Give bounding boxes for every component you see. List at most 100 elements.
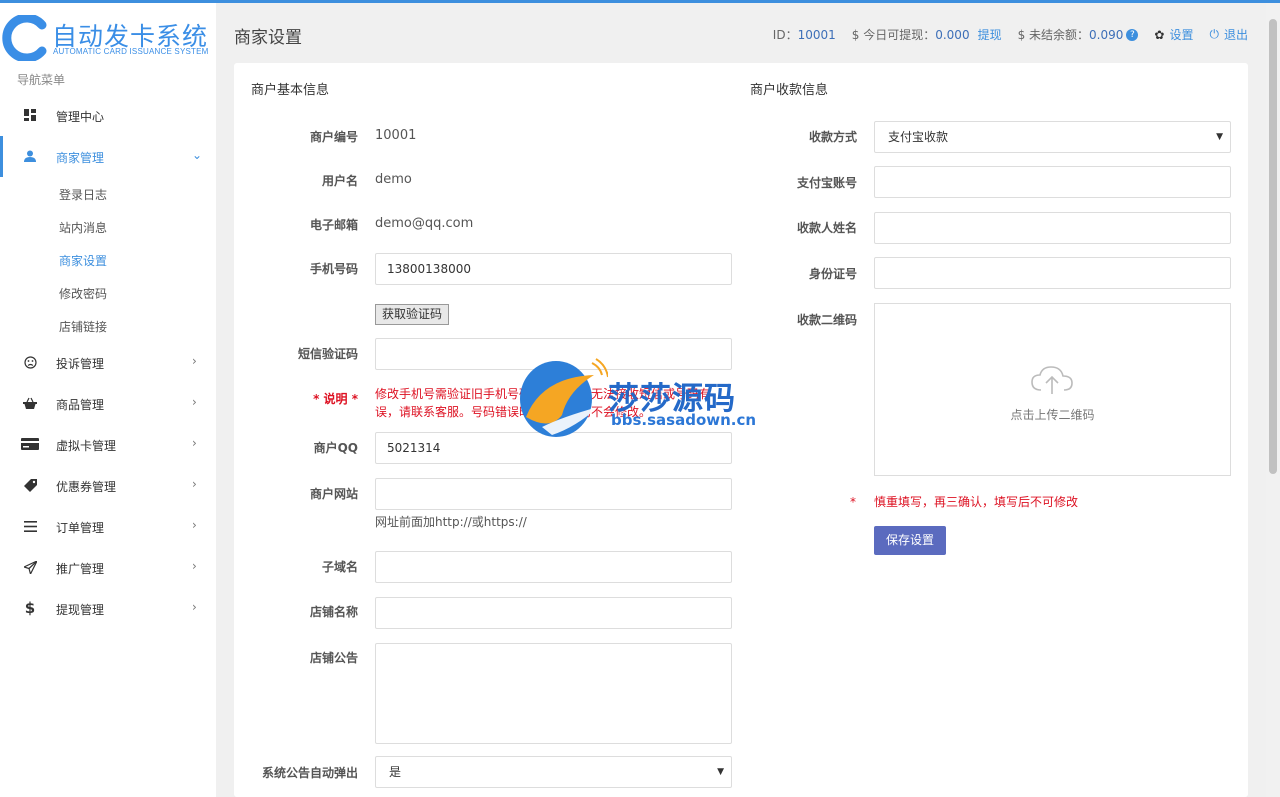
cloud-upload-icon xyxy=(1031,366,1073,394)
shop-name-input[interactable] xyxy=(375,597,732,629)
card-icon xyxy=(21,437,39,451)
help-badge-icon[interactable]: ? xyxy=(1126,28,1139,41)
sidebar: 自动发卡系统 AUTOMATIC CARD ISSUANCE SYSTEM 导航… xyxy=(0,3,216,797)
header-account-bar: ID： 10001 $ 今日可提现： 0.000 提现 $ 未结余额： 0.09… xyxy=(773,26,1248,43)
sidebar-item-label: 提现管理 xyxy=(56,603,105,617)
chevron-right-icon: › xyxy=(192,600,197,614)
caret-down-icon: ▼ xyxy=(717,767,724,777)
logo-mark-icon xyxy=(2,15,47,61)
username-value: demo xyxy=(375,172,412,187)
sidebar-item-dashboard[interactable]: 管理中心 xyxy=(0,95,216,136)
logout-link[interactable]: 退出 xyxy=(1224,26,1248,43)
chevron-down-icon: ⌄ xyxy=(192,148,203,162)
gear-icon[interactable]: ✿ xyxy=(1154,28,1164,42)
sidebar-item-label: 优惠券管理 xyxy=(56,480,117,494)
unsettled-label: $ 未结余额： xyxy=(1017,28,1090,42)
scrollbar-thumb[interactable] xyxy=(1269,19,1277,474)
basic-info-title: 商户基本信息 xyxy=(251,83,330,98)
note-label: * 说明 * xyxy=(313,392,358,406)
sms-code-label: 短信验证码 xyxy=(297,347,358,361)
sidebar-subitem-messages[interactable]: 站内消息 xyxy=(0,210,216,243)
chevron-right-icon: › xyxy=(192,395,197,409)
sidebar-item-complaints[interactable]: 投诉管理 › xyxy=(0,342,216,383)
qq-label: 商户QQ xyxy=(313,441,358,455)
payment-info-title: 商户收款信息 xyxy=(750,83,829,98)
sidebar-item-orders[interactable]: 订单管理 › xyxy=(0,506,216,547)
nav-title: 导航菜单 xyxy=(17,73,66,87)
alipay-input[interactable] xyxy=(874,166,1231,198)
settings-link[interactable]: 设置 xyxy=(1169,26,1193,43)
payment-method-select[interactable]: 支付宝收款 ▼ xyxy=(874,121,1231,153)
idcard-label: 身份证号 xyxy=(808,267,857,281)
phone-input[interactable]: 13800138000 xyxy=(375,253,732,285)
merchant-no-label: 商户编号 xyxy=(309,130,358,144)
watermark-logo-icon xyxy=(520,358,608,437)
sidebar-subitem-login-log[interactable]: 登录日志 xyxy=(0,177,216,210)
sidebar-item-label: 商品管理 xyxy=(56,398,105,412)
basket-icon xyxy=(23,396,37,410)
website-label: 商户网站 xyxy=(309,487,358,501)
id-value: 10001 xyxy=(797,27,836,42)
chevron-right-icon: › xyxy=(192,354,197,368)
payment-method-label: 收款方式 xyxy=(808,130,857,144)
sidebar-item-promotion[interactable]: 推广管理 › xyxy=(0,547,216,588)
save-button[interactable]: 保存设置 xyxy=(874,526,947,555)
website-input[interactable] xyxy=(375,478,732,510)
get-code-button[interactable]: 获取验证码 xyxy=(375,304,450,325)
qrcode-label: 收款二维码 xyxy=(796,313,857,327)
chevron-right-icon: › xyxy=(192,518,197,532)
payee-label: 收款人姓名 xyxy=(796,221,857,235)
sidebar-item-merchant[interactable]: 商家管理 ⌄ xyxy=(0,136,216,177)
chevron-right-icon: › xyxy=(192,559,197,573)
merchant-no-value: 10001 xyxy=(375,128,417,143)
payment-method-value: 支付宝收款 xyxy=(888,130,949,144)
watermark-url: bbs.sasadown.cn xyxy=(611,411,757,429)
email-value: demo@qq.com xyxy=(375,216,474,231)
qrcode-upload-area[interactable]: 点击上传二维码 xyxy=(874,303,1231,476)
list-icon xyxy=(23,519,37,533)
sidebar-item-withdraw[interactable]: $ 提现管理 › xyxy=(0,588,216,629)
page-title: 商家设置 xyxy=(234,28,302,48)
warning-text: 慎重填写，再三确认，填写后不可修改 xyxy=(874,495,1079,509)
frown-icon xyxy=(23,355,37,369)
nav-menu: 管理中心 商家管理 ⌄ 登录日志 站内消息 商家设置 修改密码 店铺链接 投诉管… xyxy=(0,95,216,629)
id-label: ID： xyxy=(772,28,798,42)
alipay-label: 支付宝账号 xyxy=(796,176,857,190)
dashboard-icon xyxy=(23,108,37,122)
sidebar-item-label: 管理中心 xyxy=(56,110,105,124)
sidebar-subitem-change-password[interactable]: 修改密码 xyxy=(0,276,216,309)
phone-label: 手机号码 xyxy=(309,262,358,276)
withdraw-link[interactable]: 提现 xyxy=(978,26,1002,43)
power-icon[interactable]: ⏻ xyxy=(1209,27,1219,42)
sidebar-item-label: 订单管理 xyxy=(56,521,105,535)
shop-name-label: 店铺名称 xyxy=(309,605,358,619)
chevron-right-icon: › xyxy=(192,477,197,491)
send-icon xyxy=(23,560,37,574)
withdrawable-label: $ 今日可提现： xyxy=(851,28,936,42)
dollar-icon: $ xyxy=(24,599,36,617)
email-label: 电子邮箱 xyxy=(309,218,358,232)
warning-star: * xyxy=(850,495,856,509)
sidebar-item-virtual-cards[interactable]: 虚拟卡管理 › xyxy=(0,424,216,465)
notice-label: 店铺公告 xyxy=(309,651,358,665)
idcard-input[interactable] xyxy=(874,257,1231,289)
sidebar-subitem-merchant-settings[interactable]: 商家设置 xyxy=(0,243,216,276)
chevron-right-icon: › xyxy=(192,436,197,450)
notice-textarea[interactable] xyxy=(375,643,732,744)
sidebar-item-products[interactable]: 商品管理 › xyxy=(0,383,216,424)
sidebar-item-label: 投诉管理 xyxy=(56,357,105,371)
tag-icon xyxy=(23,478,37,492)
popup-label: 系统公告自动弹出 xyxy=(261,766,358,780)
popup-select-value: 是 xyxy=(389,765,402,779)
payee-input[interactable] xyxy=(874,212,1231,244)
sidebar-subitem-shop-link[interactable]: 店铺链接 xyxy=(0,309,216,342)
sidebar-item-label: 推广管理 xyxy=(56,562,105,576)
subdomain-input[interactable] xyxy=(375,551,732,583)
popup-select[interactable]: 是 ▼ xyxy=(375,756,732,788)
page-scrollbar[interactable] xyxy=(1266,3,1280,797)
withdrawable-value: 0.000 xyxy=(935,27,970,42)
brand-logo[interactable]: 自动发卡系统 AUTOMATIC CARD ISSUANCE SYSTEM xyxy=(2,15,216,63)
sidebar-item-coupons[interactable]: 优惠券管理 › xyxy=(0,465,216,506)
caret-down-icon: ▼ xyxy=(1216,132,1223,142)
brand-name-en: AUTOMATIC CARD ISSUANCE SYSTEM xyxy=(53,47,209,56)
